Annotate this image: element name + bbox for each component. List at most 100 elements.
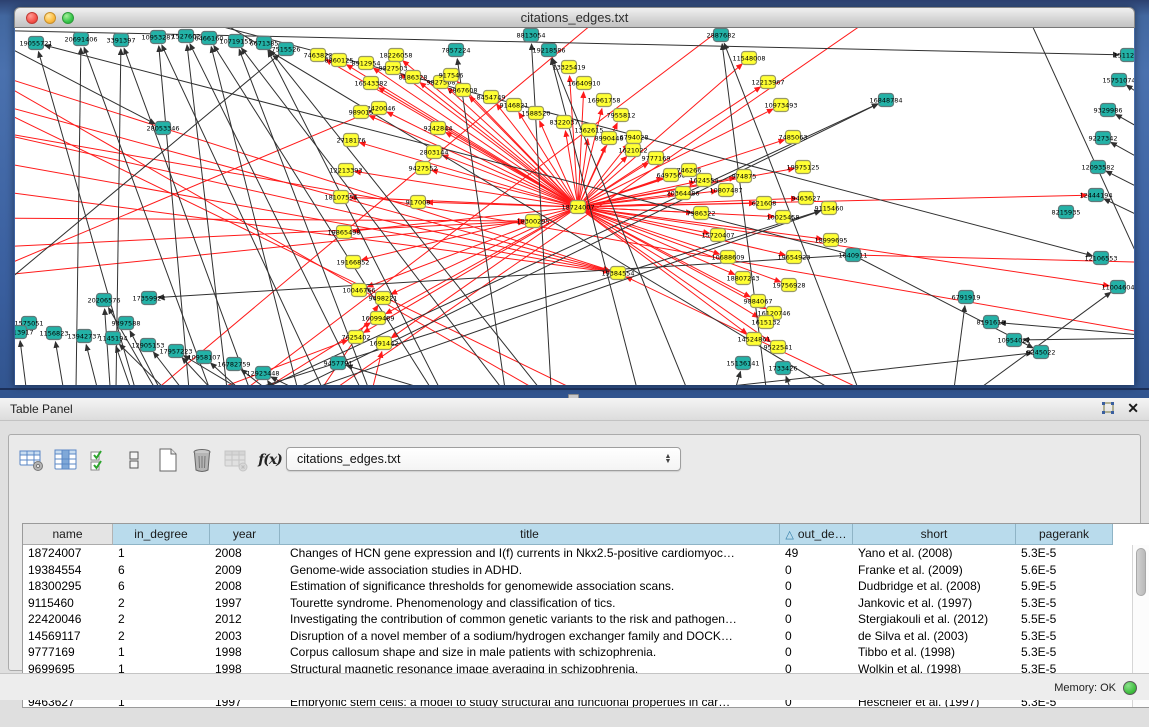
- graph-node[interactable]: 9245022: [1027, 346, 1056, 359]
- graph-node[interactable]: 8191619: [977, 316, 1006, 329]
- graph-node[interactable]: 13942737: [67, 330, 100, 343]
- cell-year[interactable]: 1998: [210, 644, 280, 661]
- cell-in-degree[interactable]: 6: [113, 578, 210, 595]
- graph-node[interactable]: 1511247: [1114, 49, 1134, 62]
- column-header-short[interactable]: short: [853, 524, 1016, 545]
- graph-edge[interactable]: [570, 76, 578, 207]
- table-row[interactable]: 911546021997Tourette syndrome. Phenomeno…: [23, 595, 1132, 612]
- graph-edge[interactable]: [55, 342, 75, 385]
- graph-node[interactable]: 19654923: [777, 251, 810, 264]
- graph-node[interactable]: 3913917: [15, 326, 33, 339]
- graph-edge[interactable]: [130, 331, 195, 385]
- column-header-year[interactable]: year: [210, 524, 280, 545]
- cell-in-degree[interactable]: 1: [113, 545, 210, 562]
- cell-out-degree[interactable]: 0: [780, 644, 853, 661]
- float-panel-icon[interactable]: [1100, 401, 1115, 416]
- create-column-button[interactable]: [153, 445, 183, 475]
- graph-node[interactable]: 7955812: [607, 109, 636, 122]
- graph-edge[interactable]: [1023, 338, 1134, 340]
- table-selector-dropdown[interactable]: citations_edges.txt ▲▼: [286, 447, 681, 471]
- graph-node[interactable]: 12213393: [329, 164, 362, 177]
- table-row[interactable]: 1938455462009Genome-wide association stu…: [23, 562, 1132, 579]
- graph-node[interactable]: 9498221: [369, 292, 398, 305]
- graph-node[interactable]: 621608: [752, 197, 777, 210]
- graph-node[interactable]: 989015: [349, 106, 374, 119]
- cell-name[interactable]: 9777169: [23, 644, 113, 661]
- select-columns-button[interactable]: [85, 445, 115, 475]
- cell-out-degree[interactable]: 0: [780, 562, 853, 579]
- graph-node[interactable]: 12093582: [1081, 161, 1114, 174]
- graph-node[interactable]: 16543382: [354, 77, 387, 90]
- graph-node[interactable]: 12213967: [751, 76, 784, 89]
- graph-node[interactable]: 16961758: [587, 94, 620, 107]
- cell-year[interactable]: 2009: [210, 562, 280, 579]
- column-header-out-degree[interactable]: △ out_de…: [780, 524, 853, 545]
- cell-in-degree[interactable]: 2: [113, 628, 210, 645]
- graph-node[interactable]: 8186328: [399, 71, 428, 84]
- graph-node[interactable]: 9884067: [744, 295, 773, 308]
- cell-year[interactable]: 2012: [210, 611, 280, 628]
- cell-name[interactable]: 9115460: [23, 595, 113, 612]
- graph-edge[interactable]: [578, 207, 785, 255]
- table-row[interactable]: 1830029562008Estimation of significance …: [23, 578, 1132, 595]
- cell-short[interactable]: Yano et al. (2008): [853, 545, 1016, 562]
- cell-pagerank[interactable]: 5.6E-5: [1016, 562, 1113, 579]
- graph-node[interactable]: 15136141: [726, 357, 759, 370]
- cell-title[interactable]: Genome-wide association studies in ADHD.: [280, 562, 780, 579]
- graph-edge[interactable]: [347, 366, 655, 385]
- graph-edge[interactable]: [86, 345, 115, 385]
- graph-node[interactable]: 9397588: [112, 317, 141, 330]
- delete-table-button[interactable]: [221, 445, 251, 475]
- graph-node[interactable]: 10958107: [187, 351, 220, 364]
- graph-edge[interactable]: [355, 352, 382, 385]
- graph-edge[interactable]: [15, 222, 524, 278]
- graph-node[interactable]: 10807487: [709, 184, 742, 197]
- graph-node[interactable]: 19865498: [327, 226, 360, 239]
- cell-year[interactable]: 1997: [210, 595, 280, 612]
- graph-node[interactable]: 15751074: [1102, 74, 1134, 87]
- graph-edge[interactable]: [715, 372, 740, 385]
- table-row[interactable]: 977716911998Corpus callosum shape and si…: [23, 644, 1132, 661]
- cell-name[interactable]: 19384554: [23, 562, 113, 579]
- cell-out-degree[interactable]: 0: [780, 628, 853, 645]
- graph-node[interactable]: 16640910: [567, 77, 600, 90]
- graph-edge[interactable]: [578, 207, 1109, 286]
- cell-year[interactable]: 2003: [210, 628, 280, 645]
- cell-in-degree[interactable]: 6: [113, 562, 210, 579]
- graph-node[interactable]: 18107554: [324, 191, 357, 204]
- column-header-in-degree[interactable]: in_degree: [113, 524, 210, 545]
- graph-node[interactable]: 19756928: [772, 279, 805, 292]
- graph-node[interactable]: 7857224: [442, 44, 471, 57]
- graph-node[interactable]: 18999695: [814, 234, 847, 247]
- graph-node[interactable]: 19975125: [786, 161, 819, 174]
- graph-node[interactable]: 8860125: [325, 54, 354, 67]
- graph-node[interactable]: 9427552: [409, 162, 438, 175]
- graph-edge[interactable]: [162, 45, 355, 385]
- cell-in-degree[interactable]: 2: [113, 595, 210, 612]
- cell-year[interactable]: 2008: [210, 578, 280, 595]
- graph-node[interactable]: 2887682: [707, 29, 736, 42]
- graph-node[interactable]: 17359924: [132, 292, 165, 305]
- graph-edge[interactable]: [187, 45, 235, 385]
- cell-pagerank[interactable]: 5.9E-5: [1016, 578, 1113, 595]
- close-panel-icon[interactable]: ✕: [1127, 401, 1139, 416]
- cell-pagerank[interactable]: 5.3E-5: [1016, 628, 1113, 645]
- graph-edge[interactable]: [15, 98, 609, 271]
- graph-node[interactable]: 10953287: [141, 31, 174, 44]
- graph-node[interactable]: 18807243: [726, 272, 759, 285]
- cell-short[interactable]: Dudbridge et al. (2008): [853, 578, 1016, 595]
- graph-node[interactable]: 20691406: [64, 33, 97, 46]
- graph-node[interactable]: 1733426: [769, 362, 798, 375]
- graph-node[interactable]: 19055721: [19, 37, 52, 50]
- delete-column-button[interactable]: [187, 445, 217, 475]
- cell-title[interactable]: Changes of HCN gene expression and I(f) …: [280, 545, 780, 562]
- cell-name[interactable]: 18300295: [23, 578, 113, 595]
- graph-node[interactable]: 12444194: [1079, 189, 1112, 202]
- cell-title[interactable]: Investigating the contribution of common…: [280, 611, 780, 628]
- cell-title[interactable]: Tourette syndrome. Phenomenology and cla…: [280, 595, 780, 612]
- row-height-button[interactable]: [119, 445, 149, 475]
- cell-title[interactable]: Corpus callosum shape and size in male p…: [280, 644, 780, 661]
- graph-node[interactable]: 16848784: [869, 94, 902, 107]
- graph-node[interactable]: 1145194: [99, 332, 128, 345]
- graph-node[interactable]: 9457791: [324, 357, 353, 370]
